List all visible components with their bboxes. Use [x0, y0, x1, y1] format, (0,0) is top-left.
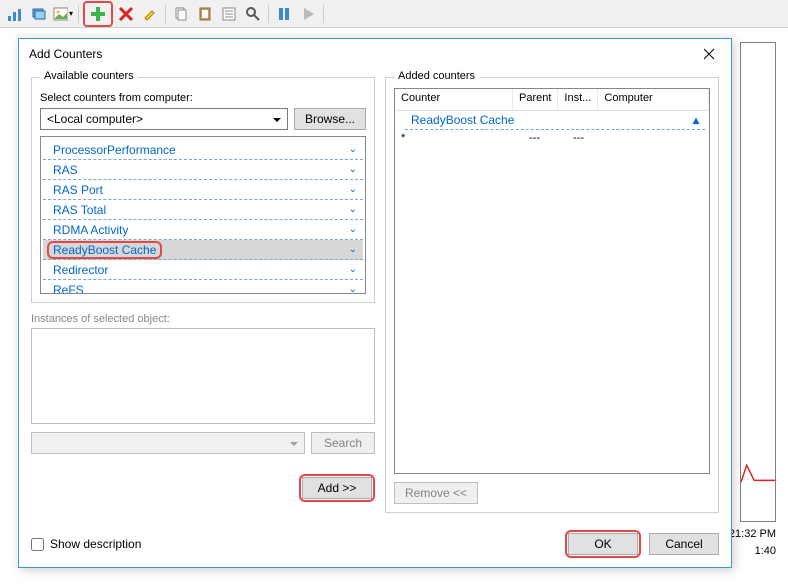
available-counters-group: Available counters Select counters from …: [31, 77, 375, 303]
chevron-down-icon[interactable]: ⌄: [349, 144, 357, 155]
chevron-down-icon[interactable]: ⌄: [349, 204, 357, 215]
show-description[interactable]: Show description: [31, 537, 141, 551]
counter-item[interactable]: RAS Total ⌄: [43, 200, 363, 220]
col-counter[interactable]: Counter: [395, 89, 513, 110]
chevron-down-icon[interactable]: ⌄: [349, 284, 357, 294]
search-button: Search: [311, 432, 375, 454]
dialog-title-text: Add Counters: [29, 47, 102, 61]
col-instance[interactable]: Inst...: [558, 89, 598, 110]
chevron-down-icon[interactable]: ⌄: [349, 184, 357, 195]
counter-item[interactable]: ReFS ⌄: [43, 280, 363, 294]
chevron-down-icon[interactable]: ⌄: [349, 164, 357, 175]
counter-item[interactable]: RDMA Activity ⌄: [43, 220, 363, 240]
copy-icon[interactable]: [170, 3, 192, 25]
collapse-icon[interactable]: ▴: [693, 113, 699, 127]
background-chart: [740, 42, 776, 522]
dialog-titlebar: Add Counters: [19, 39, 731, 69]
instances-list[interactable]: [31, 328, 375, 424]
counter-name: RDMA Activity: [53, 223, 128, 237]
select-from-label: Select counters from computer:: [40, 92, 366, 104]
counter-name: RAS Port: [53, 183, 103, 197]
props-icon[interactable]: [218, 3, 240, 25]
bg-time: 1:40: [755, 545, 776, 557]
chevron-down-icon[interactable]: ⌄: [349, 224, 357, 235]
counter-name: ProcessorPerformance: [53, 143, 176, 157]
ok-highlight: OK: [565, 530, 641, 558]
separator: [323, 5, 324, 23]
cell-comp: [607, 132, 709, 144]
added-counters-group: Added counters Counter Parent Inst... Co…: [385, 77, 719, 513]
computer-combo[interactable]: <Local computer>: [40, 108, 288, 130]
paste-icon[interactable]: [194, 3, 216, 25]
search-combo: [31, 432, 305, 454]
layers-icon[interactable]: [28, 3, 50, 25]
available-legend: Available counters: [40, 70, 138, 82]
close-icon[interactable]: [697, 44, 721, 64]
instances-label: Instances of selected object:: [31, 313, 375, 325]
counter-item[interactable]: ReadyBoost Cache ⌄: [43, 240, 363, 260]
computer-value: <Local computer>: [47, 112, 143, 126]
zoom-icon[interactable]: [242, 3, 264, 25]
added-group-row[interactable]: ReadyBoost Cache ▴: [405, 111, 705, 130]
add-highlight: Add >>: [299, 474, 375, 502]
image-icon[interactable]: ▾: [52, 3, 74, 25]
added-table[interactable]: Counter Parent Inst... Computer ReadyBoo…: [394, 88, 710, 474]
counter-item[interactable]: RAS ⌄: [43, 160, 363, 180]
add-button[interactable]: Add >>: [302, 477, 372, 499]
show-description-checkbox[interactable]: [31, 538, 44, 551]
add-counters-dialog: Add Counters Available counters Select c…: [18, 38, 732, 568]
plus-icon[interactable]: [87, 3, 109, 25]
x-icon[interactable]: [115, 3, 137, 25]
pause-icon[interactable]: [273, 3, 295, 25]
chart-icon[interactable]: [4, 3, 26, 25]
counter-list[interactable]: ProcessorPerformance⌄RAS⌄RAS Port⌄RAS To…: [40, 136, 366, 294]
remove-button: Remove <<: [394, 482, 478, 504]
counter-item[interactable]: RAS Port ⌄: [43, 180, 363, 200]
counter-name: RAS: [53, 163, 78, 177]
chevron-down-icon[interactable]: ⌄: [349, 264, 357, 275]
separator: [268, 5, 269, 23]
cell-parent: ---: [523, 132, 567, 144]
separator: [78, 5, 79, 23]
play-icon[interactable]: [297, 3, 319, 25]
highlight-icon[interactable]: [139, 3, 161, 25]
col-computer[interactable]: Computer: [598, 89, 709, 110]
chevron-down-icon[interactable]: ⌄: [349, 244, 357, 255]
dialog-footer: Show description OK Cancel: [19, 521, 731, 567]
cancel-button[interactable]: Cancel: [649, 533, 719, 555]
counter-name: ReFS: [53, 283, 84, 295]
counter-name: Redirector: [53, 263, 108, 277]
counter-name: ReadyBoost Cache: [47, 241, 162, 259]
browse-button[interactable]: Browse...: [294, 108, 366, 130]
separator: [165, 5, 166, 23]
added-data-row[interactable]: * --- ---: [395, 130, 709, 146]
cell-inst: ---: [567, 132, 607, 144]
cell-counter: *: [395, 132, 523, 144]
ok-button[interactable]: OK: [568, 533, 638, 555]
added-header: Counter Parent Inst... Computer: [395, 89, 709, 111]
counter-item[interactable]: ProcessorPerformance ⌄: [43, 140, 363, 160]
counter-item[interactable]: Redirector ⌄: [43, 260, 363, 280]
plus-highlight: [83, 1, 113, 27]
toolbar: ▾: [0, 0, 788, 28]
show-description-label: Show description: [50, 537, 141, 551]
col-parent[interactable]: Parent: [513, 89, 558, 110]
added-legend: Added counters: [394, 70, 479, 82]
counter-name: RAS Total: [53, 203, 106, 217]
added-group-name: ReadyBoost Cache: [411, 113, 514, 127]
